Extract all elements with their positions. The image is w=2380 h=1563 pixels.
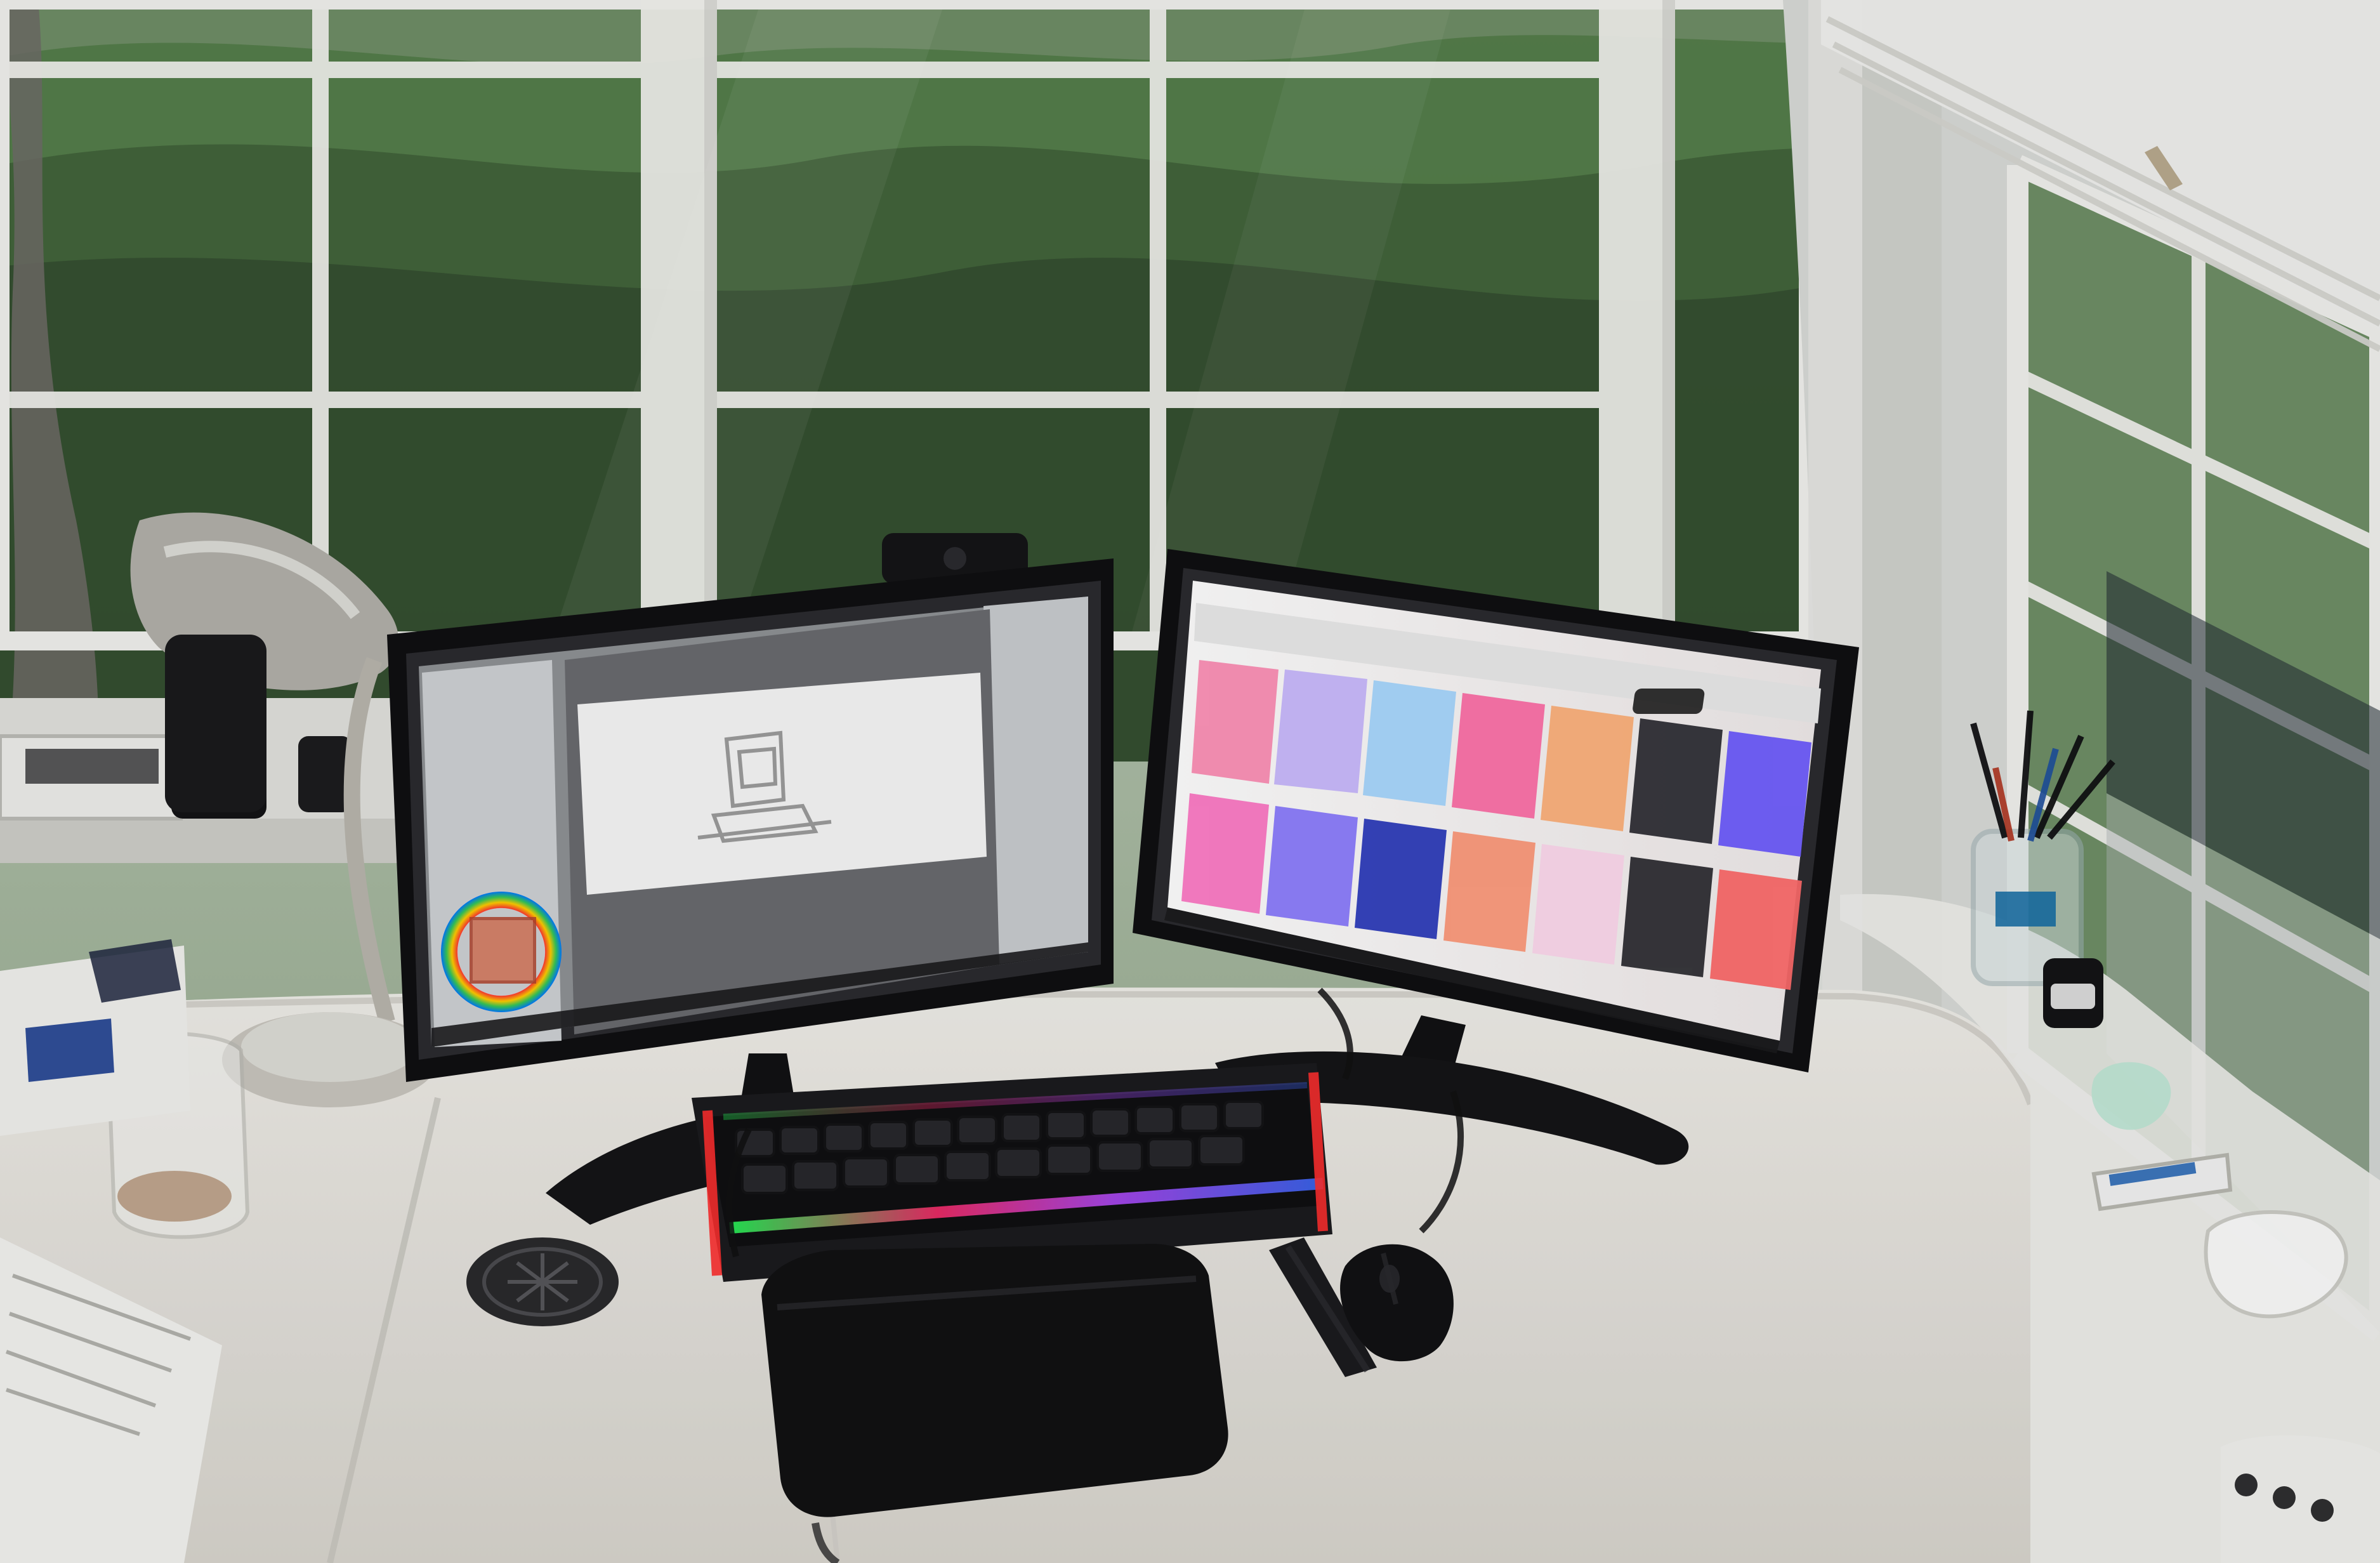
- photo-scene: [0, 0, 2380, 1563]
- vignette: [0, 0, 2380, 1563]
